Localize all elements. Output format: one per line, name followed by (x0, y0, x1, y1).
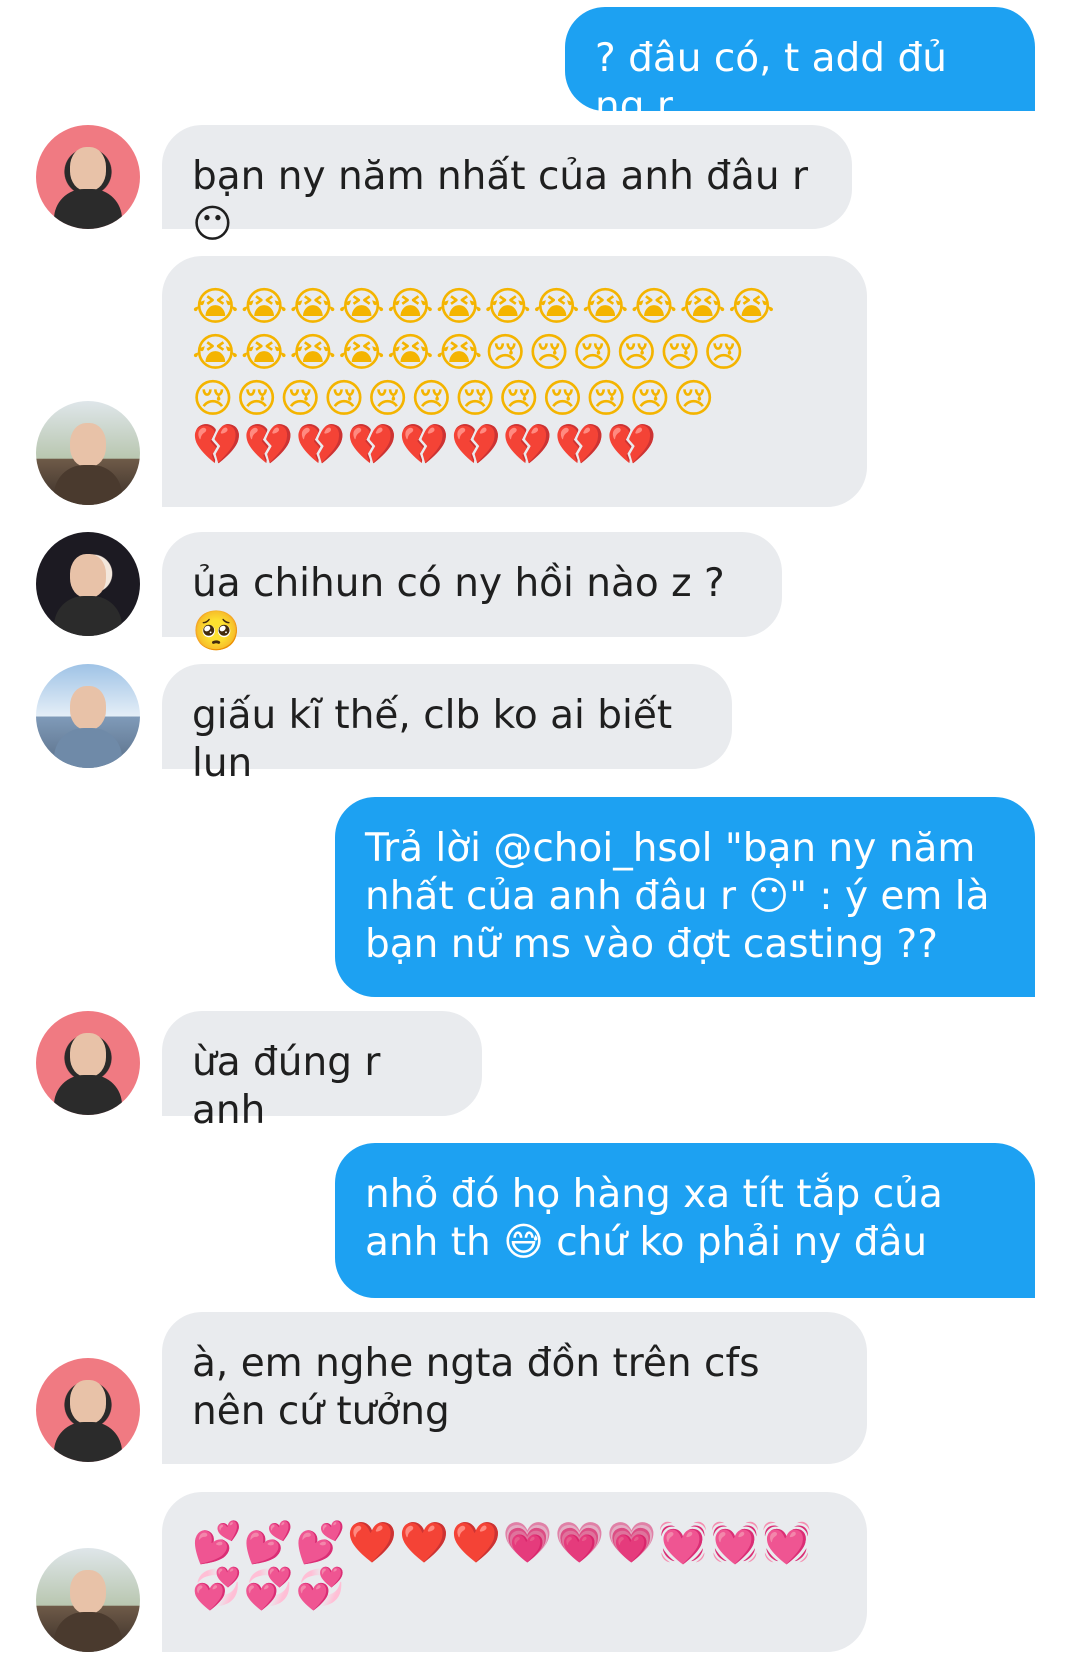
message-text: Trả lời @choi_hsol "bạn ny năm nhất của … (365, 826, 990, 967)
message-bubble-outgoing[interactable]: nhỏ đó họ hàng xa tít tắp của anh th 😅 c… (335, 1143, 1035, 1298)
emoji-row: 💕💕💕❤️❤️❤️💗💗💗💓💓💓 (192, 1520, 814, 1566)
avatar[interactable] (36, 664, 140, 768)
avatar-face (70, 1570, 106, 1614)
avatar-face (70, 147, 106, 191)
avatar[interactable] (36, 1358, 140, 1462)
avatar-body (54, 465, 122, 505)
avatar-face (70, 1380, 106, 1424)
message-text: giấu kĩ thế, clb ko ai biết lun (192, 693, 673, 786)
avatar-body (54, 1075, 122, 1115)
avatar-body (54, 1612, 122, 1652)
emoji-row: 😭😭😭😭😭😭😢😢😢😢😢😢 (192, 330, 747, 376)
message-text: ừa đúng r anh (192, 1040, 381, 1133)
message-text: ? đâu có, t add đủ ng r (595, 36, 947, 129)
message-bubble-outgoing[interactable]: ? đâu có, t add đủ ng r (565, 7, 1035, 129)
avatar-face (70, 1033, 106, 1077)
avatar-body (54, 1422, 122, 1462)
avatar[interactable] (36, 532, 140, 636)
avatar-body (54, 596, 122, 636)
avatar[interactable] (36, 125, 140, 229)
avatar[interactable] (36, 1011, 140, 1115)
avatar-body (54, 728, 122, 768)
message-text: nhỏ đó họ hàng xa tít tắp của anh th 😅 c… (365, 1172, 943, 1265)
message-bubble-incoming[interactable]: ủa chihun có ny hồi nào z ? 🥺 (162, 532, 782, 654)
avatar[interactable] (36, 1548, 140, 1652)
message-bubble-incoming[interactable]: ừa đúng r anh (162, 1011, 482, 1133)
message-text: ủa chihun có ny hồi nào z ? 🥺 (192, 561, 725, 654)
avatar-face (70, 686, 106, 730)
avatar-body (54, 189, 122, 229)
message-bubble-incoming[interactable]: 💕💕💕❤️❤️❤️💗💗💗💓💓💓 💞💞💞 (162, 1492, 867, 1652)
message-text: bạn ny năm nhất của anh đâu r 😶 (192, 154, 808, 247)
avatar-face (70, 423, 106, 467)
emoji-row: 😢😢😢😢😢😢😢😢😢😢😢😢 (192, 376, 717, 422)
emoji-row: 😭😭😭😭😭😭😭😭😭😭😭😭 (192, 284, 777, 330)
message-bubble-incoming[interactable]: 😭😭😭😭😭😭😭😭😭😭😭😭 😭😭😭😭😭😭😢😢😢😢😢😢 😢😢😢😢😢😢😢😢😢😢😢😢 💔… (162, 256, 867, 507)
message-bubble-incoming[interactable]: giấu kĩ thế, clb ko ai biết lun (162, 664, 732, 786)
message-bubble-incoming[interactable]: à, em nghe ngta đồn trên cfs nên cứ tưởn… (162, 1312, 867, 1464)
message-bubble-incoming[interactable]: bạn ny năm nhất của anh đâu r 😶 (162, 125, 852, 247)
message-bubble-outgoing[interactable]: Trả lời @choi_hsol "bạn ny năm nhất của … (335, 797, 1035, 997)
avatar[interactable] (36, 401, 140, 505)
emoji-row: 💞💞💞 (192, 1566, 348, 1612)
avatar-face (70, 554, 106, 598)
message-text: à, em nghe ngta đồn trên cfs nên cứ tưởn… (192, 1341, 760, 1434)
emoji-row: 💔💔💔💔💔💔💔💔💔 (192, 422, 659, 468)
